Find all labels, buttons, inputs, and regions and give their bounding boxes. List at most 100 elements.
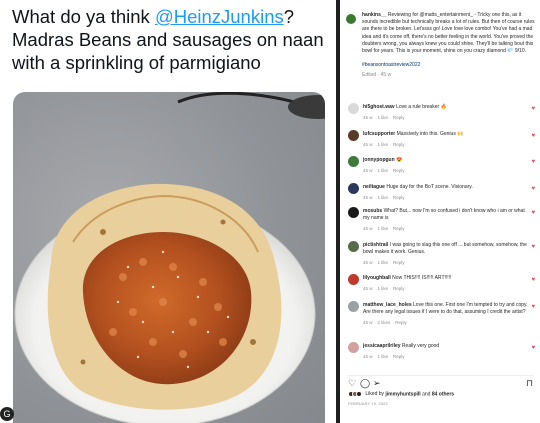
comment-meta: 45 w 1 like Reply [363,167,531,174]
comment-body: lufcsupporter Massively into this. Geniu… [363,131,531,148]
comment-body: pictishtrail I was going to slag this on… [363,242,531,266]
reply-link[interactable]: Reply [393,195,405,200]
liker-avatar [356,391,362,397]
comment-likes[interactable]: 1 like [378,168,389,173]
heart-icon[interactable]: ♥ [531,345,535,351]
heart-icon[interactable]: ♥ [531,277,535,283]
comment-text: Now THIS!!!! IS!!!!! ART!!!!! [392,275,452,281]
comment-meta: 45 w 1 like Reply [363,353,531,360]
comment-username[interactable]: mosubs [363,208,382,214]
share-icon[interactable]: ➢ [373,379,381,388]
comment-username[interactable]: hi5ghost.wav [363,104,395,110]
caption-username[interactable]: hankins__ [362,12,386,18]
reply-link[interactable]: Reply [393,168,405,173]
avatar[interactable] [348,241,359,252]
comment-time: 45 w [363,226,373,231]
post-caption: hankins__ Reviewing for @matts_entertain… [346,12,538,80]
comment-username[interactable]: pictishtrail [363,242,388,248]
comment-meta: 45 w 1 like Reply [363,114,531,121]
comment-likes[interactable]: 1 like [378,195,389,200]
comment-meta: 45 w 1 like Reply [363,285,531,292]
reply-link[interactable]: Reply [393,142,405,147]
comment-time: 45 w [363,320,373,325]
comment-likes[interactable]: 1 like [378,286,389,291]
heart-icon[interactable]: ♡ [348,379,356,388]
comment-time: 45 w [363,168,373,173]
liked-by-and: and [420,391,432,398]
comment-username[interactable]: neiltague [363,184,385,190]
likes-summary: Liked by jimmyhuntspill and 84 others [348,391,538,398]
comment-time: 45 w [363,142,373,147]
comment-text: I was going to slag this one off ... but… [363,242,527,255]
comment-username[interactable]: matthew_lace_holes [363,302,412,308]
reply-link[interactable]: Reply [393,226,405,231]
reply-link[interactable]: Reply [393,260,405,265]
comment-likes[interactable]: 1 like [378,115,389,120]
heart-icon[interactable]: ♥ [531,106,535,112]
heart-icon[interactable]: ♥ [531,244,535,250]
comment-username[interactable]: lilyoughball [363,275,391,281]
comment-text: Huge day for the BoT scene. Visionary. [386,184,473,190]
liked-by-others[interactable]: 84 others [432,391,454,397]
tweet-text: What do ya think @HeinzJunkins? Madras B… [12,5,332,74]
comment-body: mosubs What? But... now I'm so confused … [363,208,531,232]
heart-icon[interactable]: ♥ [531,159,535,165]
caption-avatar[interactable] [346,14,356,24]
avatar[interactable] [348,342,359,353]
comment-time: 45 w [363,195,373,200]
avatar[interactable] [348,156,359,167]
liked-by-prefix: Liked by [365,391,386,398]
comment-likes[interactable]: 1 like [378,354,389,359]
food-bowl-illustration [14,92,325,423]
reply-link[interactable]: Reply [393,354,405,359]
comment-meta: 45 w 1 like Reply [363,225,531,232]
comment-time: 45 w [363,354,373,359]
avatar[interactable]: G [0,407,14,421]
comment-time: 45 w [363,286,373,291]
heart-icon[interactable]: ♥ [531,186,535,192]
comment-text: Massively into this. Genius 🙌 [396,131,464,137]
heart-icon[interactable]: ♥ [531,210,535,216]
comment-username[interactable]: jonnypopgun [363,157,395,163]
avatar[interactable] [348,207,359,218]
comment-body: neiltague Huge day for the BoT scene. Vi… [363,184,531,201]
tweet-text-before: What do ya think [12,6,155,27]
comment-meta: 45 w 1 like Reply [363,141,531,148]
comment-text: 😍 [396,157,403,163]
caption-text: Reviewing for @matts_entertainment_ - Tr… [362,12,535,55]
reply-link[interactable]: Reply [395,320,407,325]
avatar[interactable] [348,183,359,194]
comment-body: matthew_lace_holes Love this one. First … [363,302,531,326]
tweet-photo[interactable] [13,92,325,423]
comment-username[interactable]: jessicaaprilriley [363,343,401,349]
heart-icon[interactable]: ♥ [531,133,535,139]
comment-likes[interactable]: 1 like [378,142,389,147]
avatar[interactable] [348,301,359,312]
avatar[interactable] [348,103,359,114]
comment-likes[interactable]: 1 like [378,226,389,231]
comment-meta: 45 w 1 like Reply [363,194,531,201]
comment-text: What? But... now I'm so confused i don't… [363,208,525,221]
tweet-panel: What do ya think @HeinzJunkins? Madras B… [0,0,336,423]
comment-text: Really very good [401,343,440,349]
avatar[interactable] [348,274,359,285]
comment-icon[interactable]: ◯ [360,379,370,388]
reply-link[interactable]: Reply [393,115,405,120]
comment-likes[interactable]: 2 likes [378,320,391,325]
avatar[interactable] [348,130,359,141]
comment-likes[interactable]: 1 like [378,260,389,265]
heart-icon[interactable]: ♥ [531,304,535,310]
comment-meta: 45 w 1 like Reply [363,259,531,266]
comment-body: jonnypopgun 😍 45 w 1 like Reply [363,157,531,174]
bookmark-icon[interactable]: ⊓ [526,379,533,388]
action-bar: ♡ ◯ ➢ ⊓ [348,375,534,388]
mention-link[interactable]: @HeinzJunkins [155,6,284,27]
comment-username[interactable]: lufcsupporter [363,131,395,137]
comment-time: 45 w [363,260,373,265]
post-date: FEBRUARY 19, 2022 [348,402,388,406]
comment-text: Love a rule breaker 🔥 [396,104,447,110]
caption-hashtag[interactable]: #beansontoastreview2022 [362,62,538,69]
caption-edited: Edited · 45 w [362,72,392,79]
liked-by-user[interactable]: jimmyhuntspill [385,391,420,397]
reply-link[interactable]: Reply [393,286,405,291]
